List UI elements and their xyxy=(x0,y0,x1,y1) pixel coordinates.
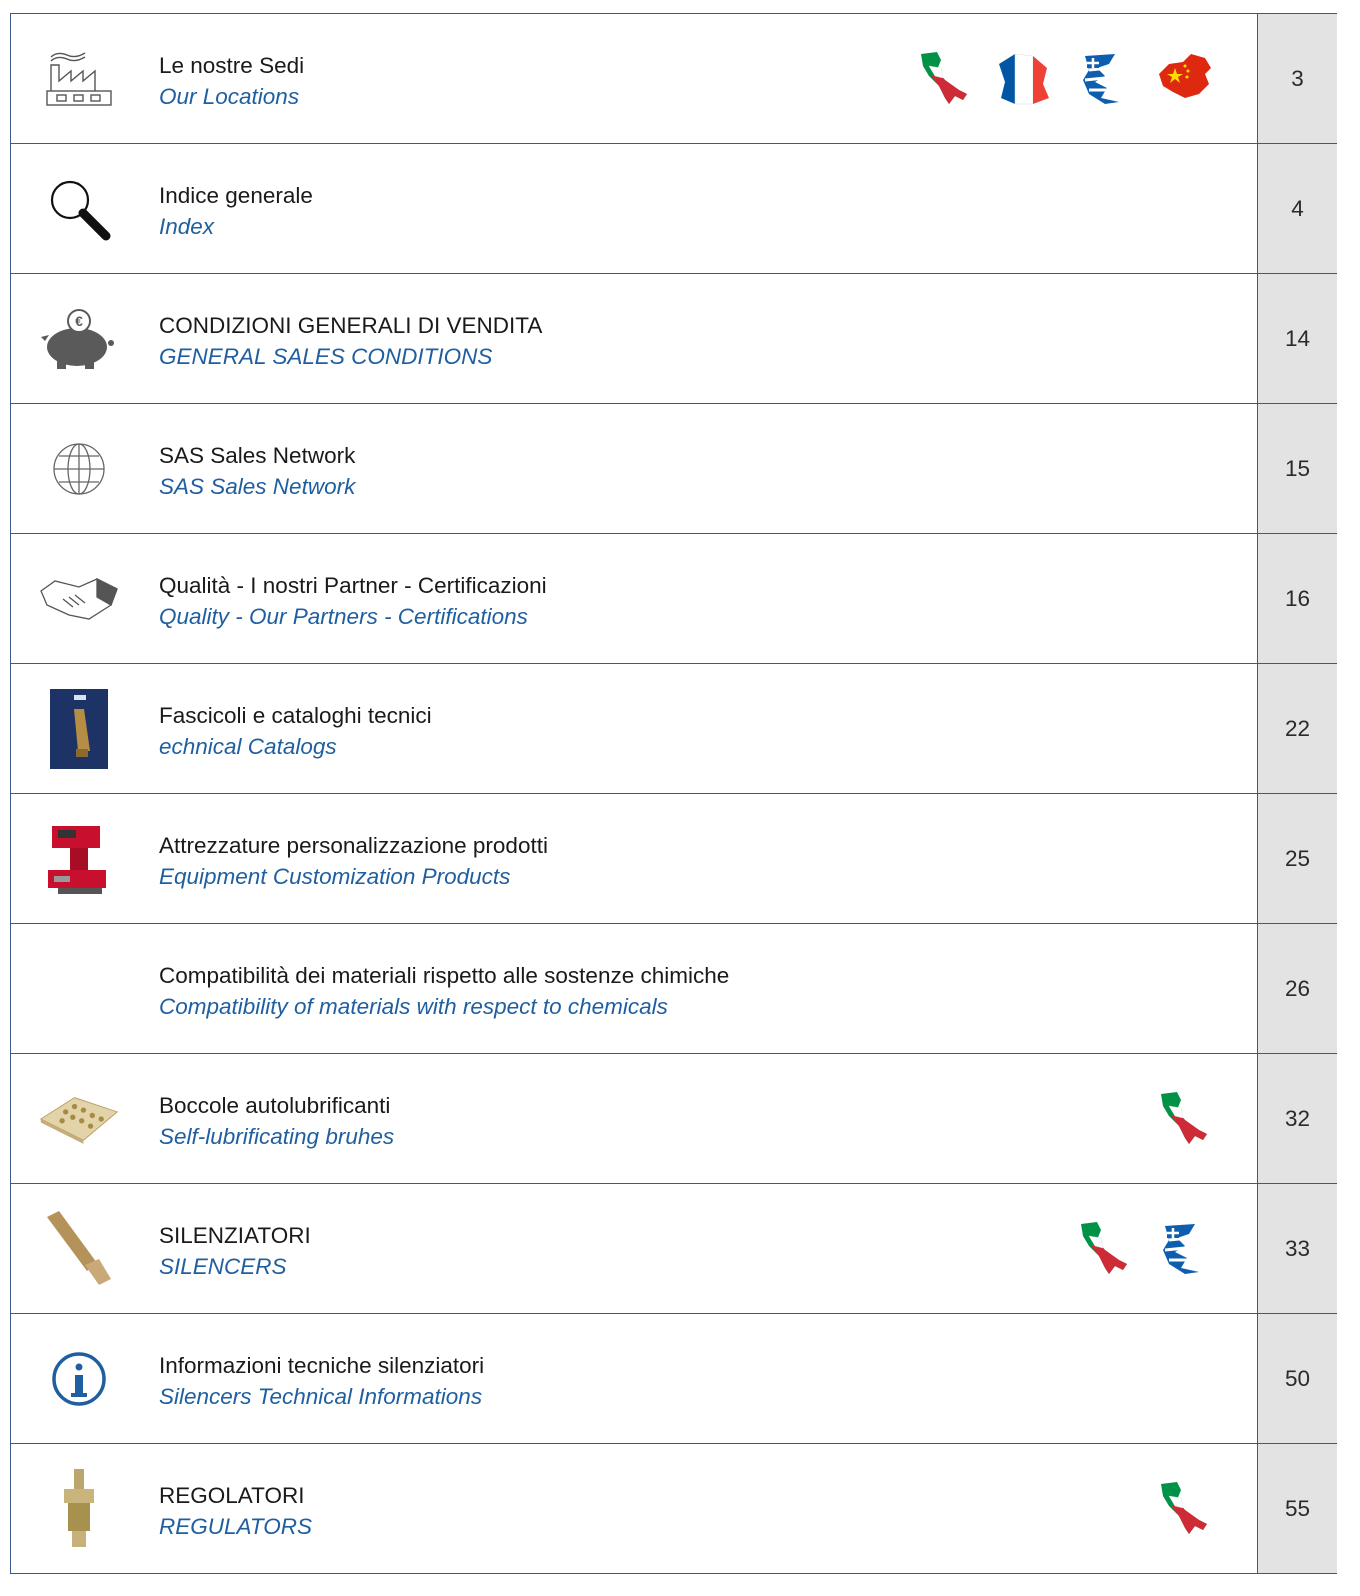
toc-row[interactable]: Le nostre Sedi Our Locations 3 xyxy=(11,14,1337,144)
entry-title-english: SILENCERS xyxy=(159,1254,287,1279)
toc-row[interactable]: REGOLATORI REGULATORS 55 xyxy=(11,1444,1337,1574)
country-flags xyxy=(915,50,1213,111)
toc-row[interactable]: Compatibilità dei materiali rispetto all… xyxy=(11,924,1337,1054)
country-flags xyxy=(1155,1090,1213,1151)
entry-title-english: Equipment Customization Products xyxy=(159,864,511,889)
toc-row[interactable]: Fascicoli e cataloghi tecnici echnical Ca… xyxy=(11,664,1337,794)
toc-entry-text: Qualità - I nostri Partner - Certificazi… xyxy=(159,570,547,632)
page-number[interactable]: 14 xyxy=(1257,274,1337,403)
catalog-cover-icon xyxy=(39,689,119,769)
page-number[interactable]: 33 xyxy=(1257,1184,1337,1313)
flag-greece-icon xyxy=(1075,50,1133,111)
handshake-icon xyxy=(39,559,119,639)
page-number[interactable]: 25 xyxy=(1257,794,1337,923)
silencer-icon xyxy=(39,1209,119,1289)
piggy-bank-icon: € xyxy=(39,299,119,379)
bronze-plate-icon xyxy=(39,1079,119,1159)
toc-row[interactable]: € CONDIZIONI GENERALI DI VENDITA GENERAL … xyxy=(11,274,1337,404)
toc-row[interactable]: Informazioni tecniche silenziatori Silenc… xyxy=(11,1314,1337,1444)
entry-title-english: REGULATORS xyxy=(159,1514,312,1539)
entry-title-english: GENERAL SALES CONDITIONS xyxy=(159,344,493,369)
entry-title-italian: Qualità - I nostri Partner - Certificazi… xyxy=(159,573,547,598)
regulator-icon xyxy=(39,1469,119,1549)
page-number[interactable]: 16 xyxy=(1257,534,1337,663)
page-number[interactable]: 26 xyxy=(1257,924,1337,1053)
page-number[interactable]: 3 xyxy=(1257,14,1337,143)
country-flags xyxy=(1155,1480,1213,1541)
page-number[interactable]: 4 xyxy=(1257,144,1337,273)
entry-title-english: Compatibility of materials with respect … xyxy=(159,994,668,1019)
toc-row[interactable]: Qualità - I nostri Partner - Certificazi… xyxy=(11,534,1337,664)
flag-italy-icon xyxy=(915,50,973,111)
toc-entry-text: Fascicoli e cataloghi tecnici echnical Ca… xyxy=(159,700,432,762)
table-of-contents: Le nostre Sedi Our Locations 3 Indice gen… xyxy=(10,13,1337,1574)
entry-title-italian: SAS Sales Network xyxy=(159,443,356,468)
toc-entry-text: Le nostre Sedi Our Locations xyxy=(159,50,304,112)
entry-title-italian: REGOLATORI xyxy=(159,1483,305,1508)
entry-title-english: Silencers Technical Informations xyxy=(159,1384,483,1409)
flag-china-icon xyxy=(1155,50,1213,111)
entry-title-italian: Le nostre Sedi xyxy=(159,53,305,78)
entry-title-english: Quality - Our Partners - Certifications xyxy=(159,604,528,629)
country-flags xyxy=(1075,1220,1213,1281)
toc-row[interactable]: Boccole autolubrificanti Self-lubrificati… xyxy=(11,1054,1337,1184)
factory-icon xyxy=(39,39,119,119)
icon-placeholder xyxy=(39,949,119,1029)
entry-title-english: echnical Catalogs xyxy=(159,734,337,759)
marking-machine-icon xyxy=(39,819,119,899)
page-number[interactable]: 32 xyxy=(1257,1054,1337,1183)
page-number[interactable]: 55 xyxy=(1257,1444,1337,1573)
entry-title-english: Self-lubrificating bruhes xyxy=(159,1124,395,1149)
toc-entry-text: SAS Sales Network SAS Sales Network xyxy=(159,440,355,502)
magnifier-icon xyxy=(39,169,119,249)
flag-france-icon xyxy=(995,50,1053,111)
page-number[interactable]: 22 xyxy=(1257,664,1337,793)
entry-title-english: Index xyxy=(159,214,215,239)
flag-italy-icon xyxy=(1075,1220,1133,1281)
entry-title-english: SAS Sales Network xyxy=(159,474,356,499)
info-icon xyxy=(39,1339,119,1419)
page-number[interactable]: 50 xyxy=(1257,1314,1337,1443)
toc-entry-text: Attrezzature personalizzazione prodotti E… xyxy=(159,830,548,892)
svg-text:€: € xyxy=(75,313,83,329)
toc-row[interactable]: SILENZIATORI SILENCERS 33 xyxy=(11,1184,1337,1314)
flag-italy-icon xyxy=(1155,1090,1213,1151)
entry-title-italian: Compatibilità dei materiali rispetto all… xyxy=(159,963,730,988)
toc-entry-text: Boccole autolubrificanti Self-lubrificati… xyxy=(159,1090,394,1152)
toc-row[interactable]: Attrezzature personalizzazione prodotti E… xyxy=(11,794,1337,924)
toc-entry-text: Compatibilità dei materiali rispetto all… xyxy=(159,960,729,1022)
toc-entry-text: Indice generale Index xyxy=(159,180,313,242)
entry-title-italian: Boccole autolubrificanti xyxy=(159,1093,391,1118)
entry-title-english: Our Locations xyxy=(159,84,300,109)
page-number[interactable]: 15 xyxy=(1257,404,1337,533)
toc-row[interactable]: SAS Sales Network SAS Sales Network 15 xyxy=(11,404,1337,534)
toc-entry-text: REGOLATORI REGULATORS xyxy=(159,1480,312,1542)
toc-entry-text: SILENZIATORI SILENCERS xyxy=(159,1220,311,1282)
flag-greece-icon xyxy=(1155,1220,1213,1281)
entry-title-italian: Attrezzature personalizzazione prodotti xyxy=(159,833,548,858)
flag-italy-icon xyxy=(1155,1480,1213,1541)
toc-entry-text: CONDIZIONI GENERALI DI VENDITA GENERAL SA… xyxy=(159,310,542,372)
entry-title-italian: Informazioni tecniche silenziatori xyxy=(159,1353,485,1378)
entry-title-italian: SILENZIATORI xyxy=(159,1223,311,1248)
toc-entry-text: Informazioni tecniche silenziatori Silenc… xyxy=(159,1350,484,1412)
entry-title-italian: CONDIZIONI GENERALI DI VENDITA xyxy=(159,313,543,338)
globe-icon xyxy=(39,429,119,509)
toc-row[interactable]: Indice generale Index 4 xyxy=(11,144,1337,274)
entry-title-italian: Fascicoli e cataloghi tecnici xyxy=(159,703,432,728)
entry-title-italian: Indice generale xyxy=(159,183,313,208)
